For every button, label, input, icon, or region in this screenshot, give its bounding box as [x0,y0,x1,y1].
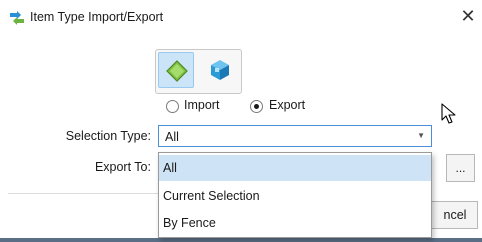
dropdown-option-current-selection[interactable]: Current Selection [159,183,431,209]
export-to-label: Export To: [94,160,151,174]
chevron-down-icon: ▼ [417,131,425,140]
dropdown-option-by-fence[interactable]: By Fence [159,210,431,236]
selection-type-label: Selection Type: [65,129,151,143]
selection-type-combo[interactable]: All ▼ [158,125,432,147]
close-icon[interactable]: ✕ [458,6,478,26]
import-radio[interactable] [166,100,179,113]
export-radio[interactable] [250,100,263,113]
dropdown-option-all[interactable]: All [159,155,431,181]
diamond-item-icon [166,60,188,82]
app-icon [10,11,24,25]
library-type-button[interactable] [202,52,238,88]
export-radio-label: Export [269,98,306,112]
selection-type-value: All [165,130,179,144]
window-title: Item Type Import/Export [30,10,164,24]
cancel-button-label: ncel [443,208,467,222]
import-radio-label: Import [184,98,220,112]
item-type-button[interactable] [158,52,194,88]
selection-type-dropdown: All Current Selection By Fence [158,152,432,238]
cube-library-icon [211,60,229,80]
mouse-cursor-icon [441,103,456,124]
background-window-strip [0,238,482,242]
browse-button[interactable]: ... [446,154,475,182]
title-bar: Item Type Import/Export ✕ [0,0,482,36]
